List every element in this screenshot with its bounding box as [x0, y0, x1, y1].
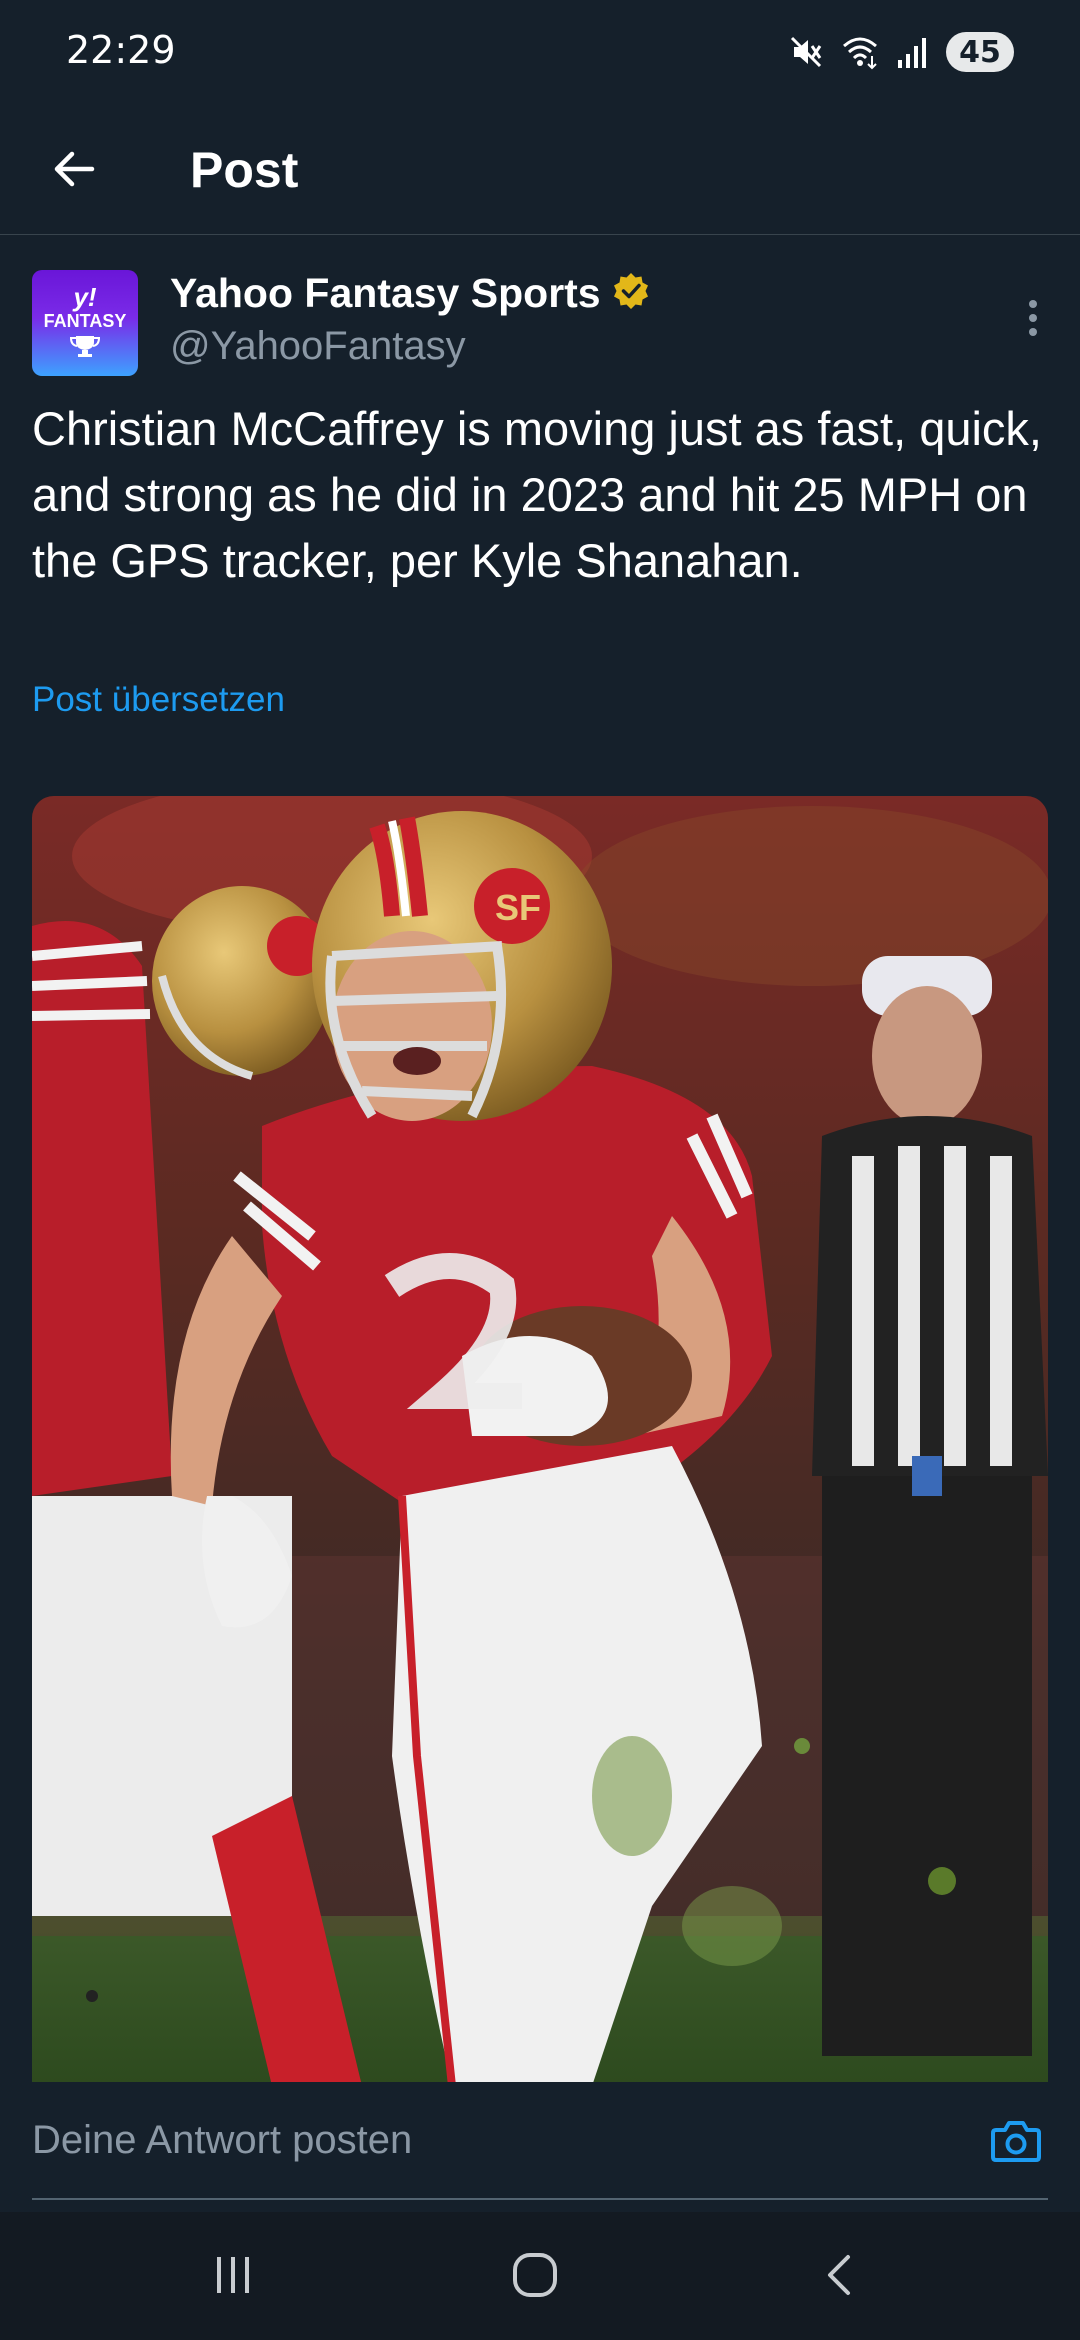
post-author: y! FANTASY Yahoo Fantasy Sports @YahooFa… [32, 268, 1048, 378]
svg-text:SF: SF [495, 887, 541, 928]
avatar-mark: y! [73, 281, 97, 312]
football-player-photo: SF [32, 796, 1048, 2086]
camera-button[interactable] [988, 2114, 1044, 2170]
status-icons: 45 [788, 30, 1014, 74]
page-title: Post [190, 142, 299, 198]
reply-bar [0, 2082, 1080, 2212]
recent-apps-icon [211, 2253, 255, 2302]
status-bar: 22:29 45 [0, 0, 1080, 105]
avatar-label: FANTASY [43, 310, 127, 331]
verified-badge-icon[interactable] [611, 271, 651, 316]
author-name[interactable]: Yahoo Fantasy Sports [170, 270, 601, 317]
post-media-image[interactable]: SF [32, 796, 1048, 2086]
translate-post-link[interactable]: Post übersetzen [32, 680, 285, 720]
mute-icon [788, 34, 824, 70]
camera-icon [990, 2116, 1042, 2169]
arrow-left-icon [50, 145, 98, 198]
home-button[interactable] [495, 2242, 575, 2312]
trophy-icon [68, 334, 102, 363]
more-options-button[interactable] [1018, 290, 1048, 350]
back-chevron-icon [820, 2251, 860, 2304]
system-back-button[interactable] [800, 2242, 880, 2312]
reply-input[interactable] [32, 2082, 1048, 2200]
author-name-row: Yahoo Fantasy Sports [170, 270, 651, 317]
battery-icon: 45 [946, 32, 1014, 72]
more-vertical-icon [1027, 298, 1039, 343]
recent-apps-button[interactable] [193, 2242, 273, 2312]
back-button[interactable] [36, 133, 112, 209]
system-navigation-bar [0, 2212, 1080, 2340]
post-text: Christian McCaffrey is moving just as fa… [32, 402, 1042, 587]
header: Post [0, 105, 1080, 235]
wifi-icon [840, 34, 880, 70]
author-handle[interactable]: @YahooFantasy [170, 324, 466, 369]
status-time: 22:29 [66, 28, 176, 72]
home-icon [511, 2251, 559, 2304]
avatar[interactable]: y! FANTASY [32, 270, 138, 376]
signal-icon [896, 34, 930, 70]
